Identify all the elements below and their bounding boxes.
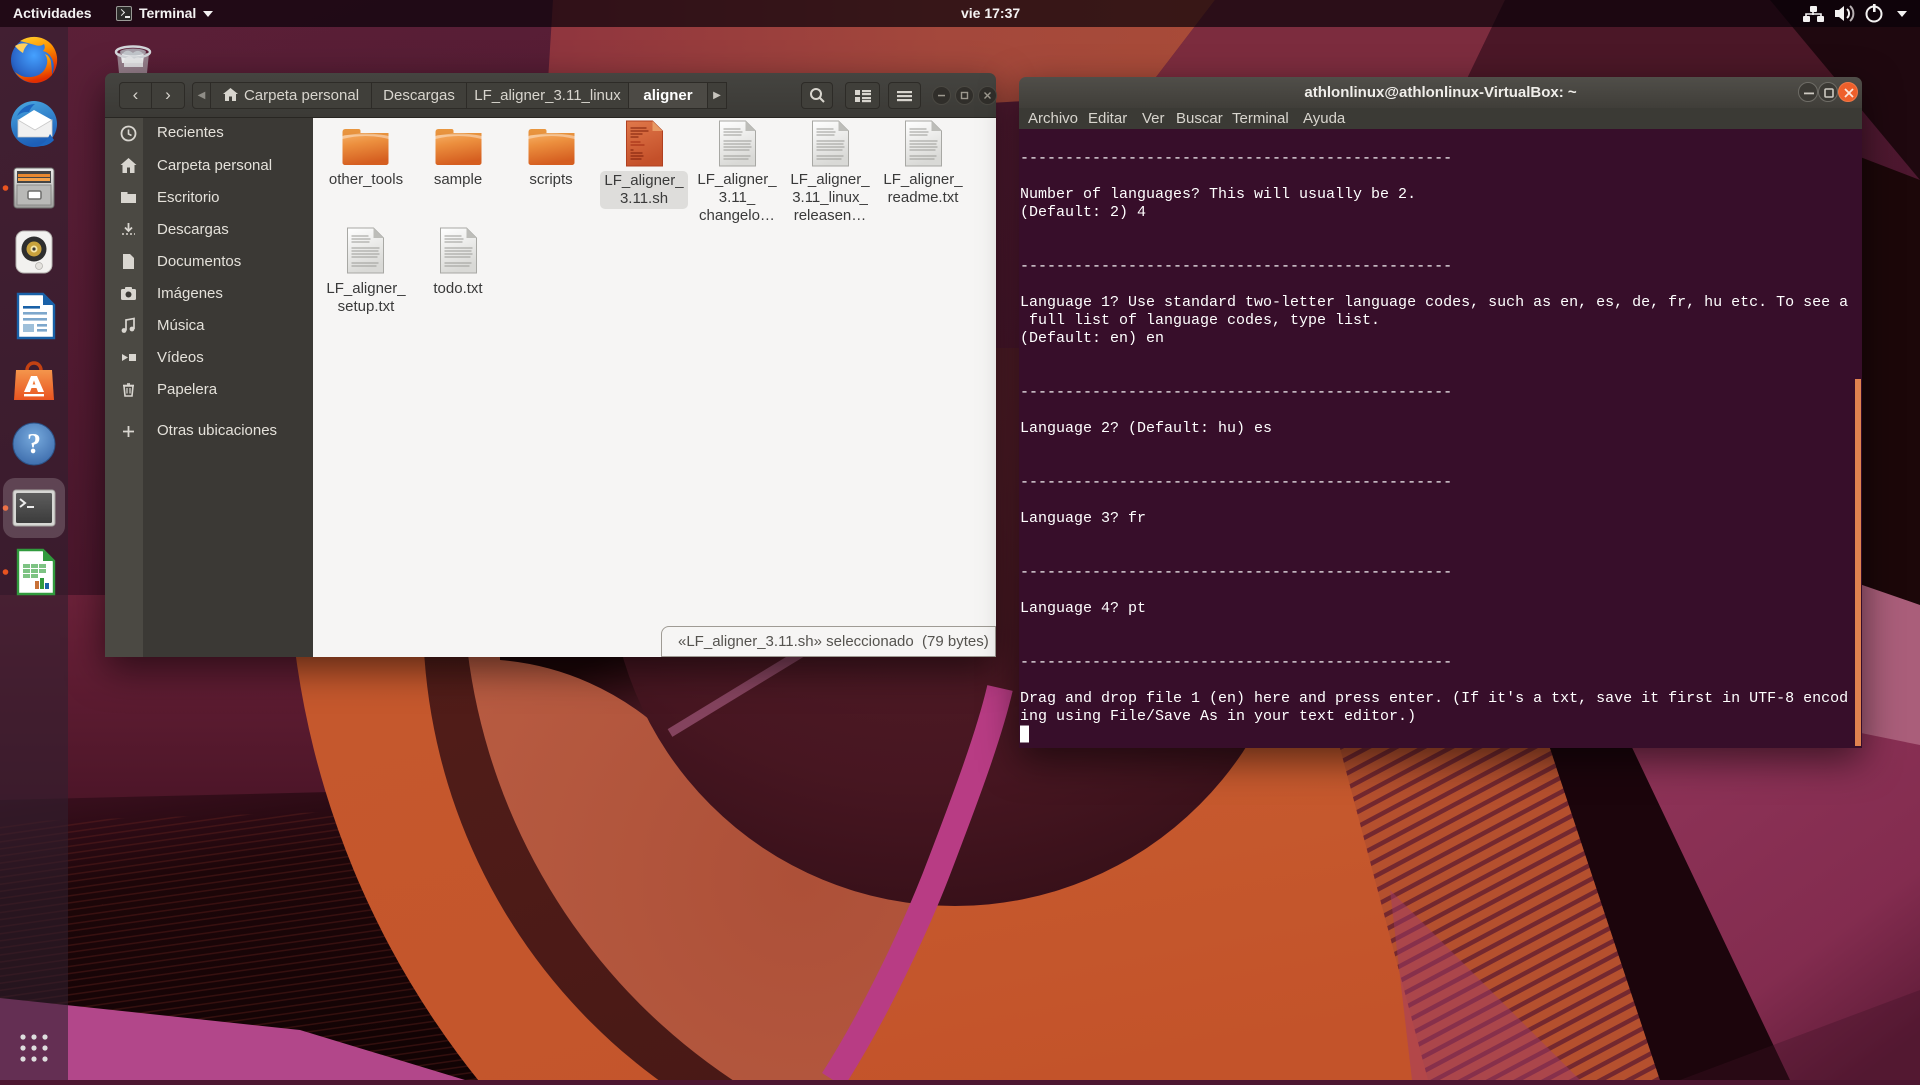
svg-text:?: ? xyxy=(27,429,41,460)
